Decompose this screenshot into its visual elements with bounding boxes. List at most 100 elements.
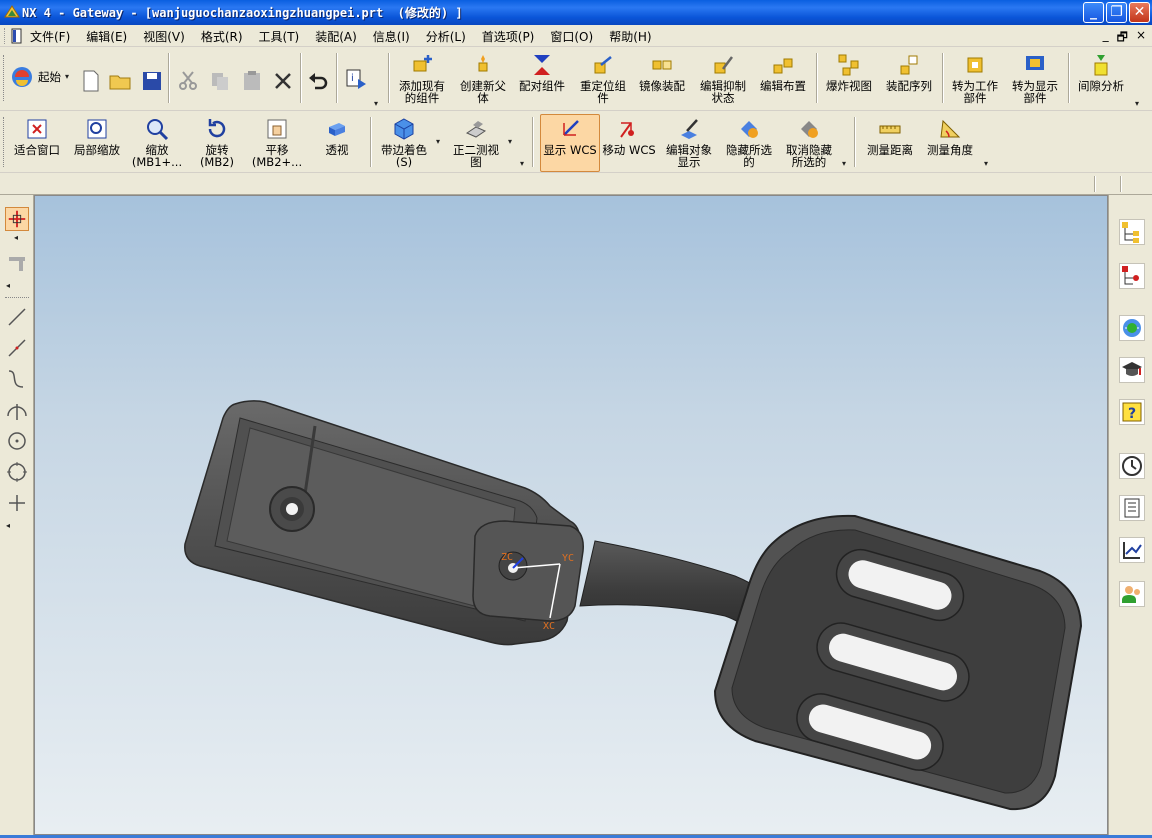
help-icon: ? [1122,402,1142,422]
line-segment-icon[interactable] [5,336,29,360]
make-displayed-part-button[interactable]: 转为显示 部件 [1006,53,1064,104]
hide-selected-button[interactable]: 隐藏所选 的 [720,117,778,168]
menu-format[interactable]: 格式(R) [201,28,243,45]
open-folder-icon[interactable] [108,69,132,93]
process-studio-icon [1123,542,1142,559]
toolbar-grip[interactable] [3,117,7,167]
save-icon[interactable] [140,69,164,93]
snap-point-icon[interactable] [5,251,29,275]
menu-view[interactable]: 视图(V) [143,28,185,45]
assembly-sequence-button[interactable]: 装配序列 [880,53,938,92]
shaded-with-edges-button[interactable]: 带边着色 (S) [374,117,434,168]
menu-window[interactable]: 窗口(O) [550,28,593,45]
show-wcs-button[interactable]: 显示 WCS [540,114,600,172]
toolbar-grip[interactable] [3,55,7,101]
maximize-button[interactable]: ❐ [1106,2,1127,23]
menu-file[interactable]: 文件(F) [30,28,70,45]
menu-tools[interactable]: 工具(T) [259,28,300,45]
mdi-restore-button[interactable]: 🗗 [1117,28,1128,49]
start-button[interactable]: 起始 ▾ [10,65,69,89]
unhide-selected-button[interactable]: 取消隐藏 所选的 [780,117,838,168]
zoom-button[interactable]: 缩放 (MB1+... [128,117,186,168]
minimize-button[interactable]: _ [1083,2,1104,23]
graphics-viewport[interactable]: ZC YC XC [34,195,1108,835]
reposition-component-label: 重定位组 件 [580,79,626,105]
mdi-minimize-button[interactable]: _ [1103,28,1109,49]
add-existing-component-button[interactable]: 添加现有 的组件 [393,53,451,104]
training-tab[interactable] [1119,357,1145,383]
assembly-navigator-tab[interactable] [1119,219,1145,245]
part-tree-icon [1122,266,1139,285]
undo-icon[interactable] [306,69,330,93]
selection-filter-icon[interactable] [5,207,29,231]
menu-grip[interactable] [4,28,7,44]
mate-component-label: 配对组件 [519,79,565,93]
rotate-button[interactable]: 旋转 (MB2) [188,117,246,168]
graduation-cap-icon [1122,362,1142,376]
circle-icon[interactable] [5,460,29,484]
menu-info[interactable]: 信息(I) [373,28,410,45]
menu-assembly[interactable]: 装配(A) [315,28,357,45]
edit-suppression-state-label: 编辑抑制 状态 [700,79,746,105]
mate-component-button[interactable]: 配对组件 [513,53,571,92]
fit-window-button[interactable]: 适合窗口 [8,117,66,156]
measure-distance-button[interactable]: 测量距离 [860,117,920,156]
make-work-part-button[interactable]: 转为工作 部件 [946,53,1004,104]
new-file-icon[interactable] [79,69,103,93]
cut-icon[interactable] [176,69,200,93]
add-existing-component-label: 添加现有 的组件 [399,79,445,105]
mirror-assembly-icon [652,60,672,70]
exploded-view-button[interactable]: 爆炸视图 [820,53,878,92]
arc-icon[interactable] [5,398,29,422]
wcs-y-label: YC [562,553,574,564]
mdi-close-button[interactable]: × [1136,28,1146,49]
paste-icon[interactable] [240,69,264,93]
spline-icon[interactable] [5,367,29,391]
fit-icon [27,119,47,139]
rotate-label: 旋转 (MB2) [199,143,235,169]
edit-suppression-state-button[interactable]: 编辑抑制 状态 [694,53,752,104]
delete-icon[interactable] [271,69,295,93]
pan-button[interactable]: 平移 (MB2+... [248,117,306,168]
edit-object-display-button[interactable]: 编辑对象 显示 [660,117,718,168]
internet-explorer-tab[interactable] [1119,315,1145,341]
perspective-button[interactable]: 透视 [308,117,366,156]
edit-suppression-icon [714,56,733,74]
copy-icon[interactable] [208,69,232,93]
information-icon[interactable]: i [344,67,368,91]
roles-tab[interactable] [1119,581,1145,607]
move-wcs-button[interactable]: 移动 WCS [600,117,658,156]
line-icon[interactable] [5,305,29,329]
mirror-assembly-button[interactable]: 镜像装配 [633,53,691,92]
create-new-parent-button[interactable]: 创建新父 体 [454,53,512,104]
part-navigator-tab[interactable] [1119,263,1145,289]
unhide-selected-label: 取消隐藏 所选的 [786,143,832,169]
history-tab[interactable] [1119,453,1145,479]
menu-help[interactable]: 帮助(H) [609,28,651,45]
slotted-head-part [713,514,1083,811]
move-wcs-label: 移动 WCS [602,143,656,157]
close-button[interactable]: ✕ [1129,2,1150,23]
circle-center-icon[interactable] [5,429,29,453]
clearance-analysis-button[interactable]: 间隙分析 [1072,53,1130,92]
system-materials-tab[interactable] [1119,495,1145,521]
hide-selected-icon [741,121,758,138]
help-tab[interactable]: ? [1119,399,1145,425]
measure-angle-button[interactable]: 测量角度 [920,117,980,156]
title-bar: NX 4 - Gateway - [wanjuguochanzaoxingzhu… [0,0,1152,25]
menu-bar: 文件(F) 编辑(E) 视图(V) 格式(R) 工具(T) 装配(A) 信息(I… [0,25,1152,47]
point-icon[interactable] [5,491,29,515]
process-studio-tab[interactable] [1119,537,1145,563]
zoom-area-button[interactable]: 局部缩放 [68,117,126,156]
start-icon [12,67,32,87]
menu-edit[interactable]: 编辑(E) [86,28,127,45]
edit-arrangement-icon [773,58,793,74]
menu-analysis[interactable]: 分析(L) [426,28,466,45]
menu-preferences[interactable]: 首选项(P) [482,28,535,45]
resource-bar: ? [1108,195,1152,838]
mate-component-icon [534,55,550,75]
assembly-sequence-label: 装配序列 [886,79,932,93]
trimetric-view-button[interactable]: 正二测视 图 [446,117,506,168]
edit-arrangement-button[interactable]: 编辑布置 [754,53,812,92]
reposition-component-button[interactable]: 重定位组 件 [574,53,632,104]
